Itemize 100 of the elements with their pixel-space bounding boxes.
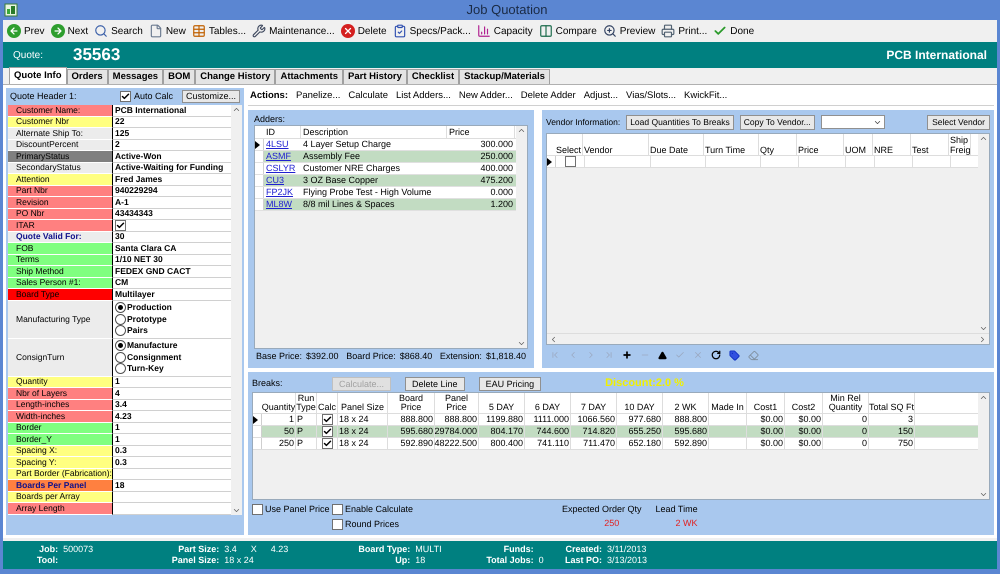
scroll-down-icon[interactable] <box>979 490 988 499</box>
column-header: Turn Time <box>704 134 759 155</box>
toolbar-button[interactable]: Preview <box>602 24 656 38</box>
tag-icon[interactable] <box>729 350 740 360</box>
toolbar-button[interactable]: Search <box>94 24 143 38</box>
row-header-cell[interactable] <box>255 151 264 162</box>
action-link[interactable]: List Adders... <box>396 89 451 104</box>
scroll-up-icon[interactable] <box>979 393 988 402</box>
toolbar-button[interactable]: Maintenance... <box>252 24 335 38</box>
checkmark-icon[interactable] <box>675 350 685 360</box>
refresh-icon[interactable] <box>711 350 721 360</box>
checkbox[interactable] <box>322 426 332 437</box>
checkbox[interactable] <box>322 438 332 449</box>
table-row[interactable]: CU3 3 OZ Base Copper 475.200 <box>255 175 516 187</box>
adder-id-link[interactable]: ASMF <box>264 150 301 164</box>
tab[interactable]: Attachments <box>275 69 344 84</box>
table-cell-text: 977.680 <box>628 412 661 426</box>
scroll-up-icon[interactable] <box>232 105 241 114</box>
adder-id-link[interactable]: CU3 <box>264 174 301 188</box>
scroll-right-icon[interactable] <box>978 334 987 344</box>
checkbox[interactable] <box>120 91 131 102</box>
add-icon[interactable] <box>622 350 632 360</box>
tab[interactable]: Change History <box>195 69 276 84</box>
radio-button[interactable] <box>115 325 126 336</box>
adder-id-link[interactable]: 4LSU <box>264 138 301 152</box>
radio-button[interactable] <box>115 302 126 313</box>
column-header: Board Price <box>388 393 435 413</box>
select-vendor-button[interactable]: Select Vendor <box>927 114 990 130</box>
horizontal-scrollbar[interactable] <box>547 333 989 344</box>
status-value: 3/13/2013 <box>607 555 648 566</box>
toolbar-button[interactable]: Prev <box>7 24 45 38</box>
table-row[interactable]: ASMF Assembly Fee 250.000 <box>255 151 516 163</box>
table-row[interactable]: 250 P 18 x 24 592.890 48222.500 800.400 741.110 711.470 652.180 592.890 $0.00 $0.00 0 750 <box>253 438 978 450</box>
vendor-button[interactable]: Copy To Vendor... <box>740 114 815 130</box>
checkbox[interactable] <box>322 414 332 425</box>
tab[interactable]: Quote Info <box>9 67 66 84</box>
table-row[interactable]: 50 P 18 x 24 595.680 29784.000 804.170 744.600 714.820 655.250 595.680 $0.00 $0.00 0 150 <box>253 426 978 438</box>
table-icon <box>192 24 206 38</box>
scrollbar[interactable] <box>978 134 989 333</box>
scrollbar[interactable] <box>978 393 989 499</box>
toolbar-button[interactable]: Next <box>50 24 88 38</box>
scroll-left-icon[interactable] <box>549 334 558 344</box>
toolbar-button[interactable]: Print... <box>661 24 708 38</box>
scroll-down-icon[interactable] <box>979 324 988 333</box>
radio-button[interactable] <box>115 363 126 374</box>
adder-id-link[interactable]: FP2JK <box>264 186 301 200</box>
scroll-up-icon[interactable] <box>517 126 526 135</box>
action-link[interactable]: New Adder... <box>458 89 513 104</box>
toolbar-button[interactable]: Specs/Pack... <box>392 24 471 38</box>
action-link[interactable]: Adjust... <box>584 89 618 104</box>
action-link[interactable]: Calculate <box>348 89 388 104</box>
table-row[interactable]: FP2JK Flying Probe Test - High Volume 0.000 <box>255 187 516 199</box>
action-link[interactable]: KwickFit... <box>684 89 728 104</box>
scrollbar[interactable] <box>516 126 527 348</box>
scroll-up-icon[interactable] <box>979 134 988 143</box>
row-header-cell[interactable] <box>547 156 556 167</box>
row-header-cell[interactable] <box>255 199 264 210</box>
checkbox[interactable] <box>332 518 343 530</box>
toolbar-button[interactable]: Compare <box>538 24 597 38</box>
adder-id-link[interactable]: CSLYR <box>264 162 301 176</box>
breaks-button[interactable]: Delete Line <box>405 376 465 390</box>
tab[interactable]: Messages <box>108 69 164 84</box>
toolbar-button[interactable]: Capacity <box>476 24 533 38</box>
row-header-cell[interactable] <box>255 175 264 186</box>
radio-button[interactable] <box>115 340 126 351</box>
triangle-icon[interactable] <box>658 350 667 360</box>
table-row[interactable]: ML8W 8/8 mil Lines & Spaces 1.200 <box>255 199 516 211</box>
tab[interactable]: Orders <box>66 69 108 84</box>
toolbar-button[interactable]: New <box>148 24 186 38</box>
action-link[interactable]: Vias/Slots... <box>626 89 676 104</box>
vendor-button[interactable]: Load Quantities To Breaks <box>626 114 734 130</box>
field-value: FEDEX GND CACT <box>115 266 191 277</box>
row-header-cell[interactable] <box>253 426 262 437</box>
toolbar-button[interactable]: Tables... <box>192 24 246 38</box>
summary-label: Lead Time <box>656 503 698 516</box>
tab[interactable]: Checklist <box>406 69 460 84</box>
breaks-button[interactable]: EAU Pricing <box>478 376 542 390</box>
status-value: 4.23 <box>270 544 288 555</box>
checkbox[interactable] <box>115 220 126 231</box>
customize-button[interactable]: Customize... <box>182 90 240 103</box>
table-row[interactable]: 4LSU 4 Layer Setup Charge 300.000 <box>255 139 516 151</box>
document-icon <box>148 24 163 38</box>
tab[interactable]: Part History <box>343 69 407 84</box>
scrollbar[interactable] <box>231 105 242 514</box>
table-row[interactable]: CSLYR Customer NRE Charges 400.000 <box>255 163 516 175</box>
toolbar-button[interactable]: Delete <box>340 24 387 38</box>
adder-id-link[interactable]: ML8W <box>264 198 301 212</box>
tab[interactable]: Stackup/Materials <box>459 69 550 84</box>
radio-button[interactable] <box>115 352 126 362</box>
table-cell-text: P <box>297 424 304 438</box>
action-link[interactable]: Delete Adder <box>520 89 576 104</box>
toolbar-button[interactable]: Done <box>713 24 754 38</box>
checkbox[interactable] <box>564 156 576 167</box>
tab[interactable]: BOM <box>163 69 196 84</box>
checkbox[interactable] <box>332 504 343 516</box>
radio-button[interactable] <box>115 314 126 324</box>
checkbox[interactable] <box>252 504 263 516</box>
scroll-down-icon[interactable] <box>517 339 526 348</box>
table-row[interactable]: 1 P 18 x 24 888.800 888.800 1199.880 1111.000 1066.560 977.680 888.800 $0.00 $0.00 0 3 <box>253 414 978 426</box>
action-link[interactable]: Panelize... <box>296 89 340 104</box>
